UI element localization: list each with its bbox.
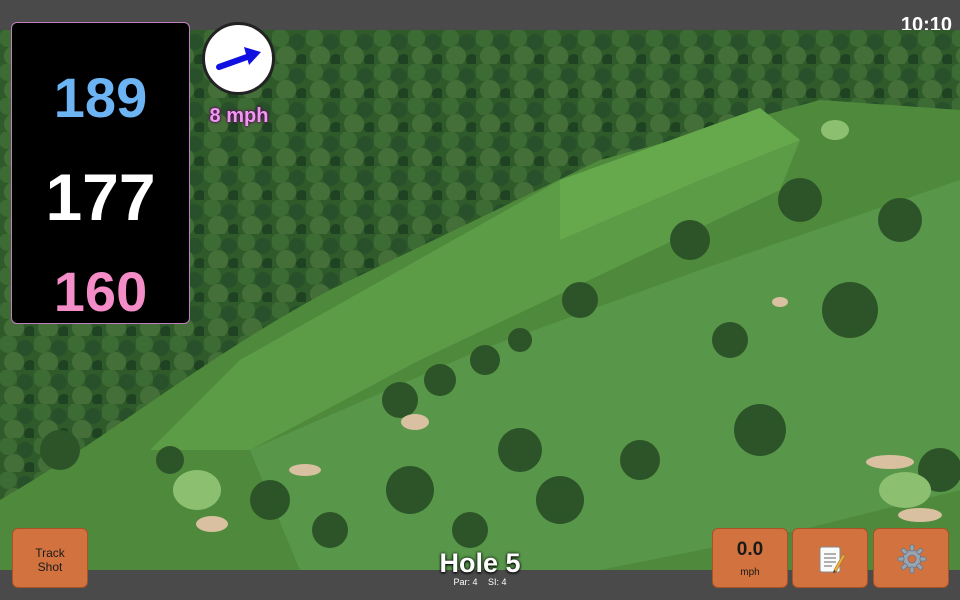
- track-shot-label-line1: Track: [35, 546, 65, 560]
- arrow-icon: [216, 47, 261, 70]
- front-distance: 160: [53, 260, 148, 323]
- speed-value: 0.0: [736, 539, 764, 560]
- hole-info: Par: 4 SI: 4: [380, 577, 580, 587]
- settings-button[interactable]: [873, 528, 949, 588]
- notes-button[interactable]: [792, 528, 868, 588]
- back-distance: 189: [53, 66, 148, 129]
- track-shot-button[interactable]: Track Shot: [12, 528, 88, 588]
- gear-icon: [897, 544, 927, 574]
- speed-button[interactable]: 0.0 mph: [712, 528, 788, 588]
- notepad-icon: [819, 546, 846, 573]
- distance-panel: 189 177 160: [11, 22, 190, 324]
- track-shot-label-line2: Shot: [37, 560, 63, 574]
- hole-title: Hole 5: [439, 548, 521, 578]
- speed-unit: mph: [740, 567, 760, 578]
- middle-distance: 177: [45, 160, 156, 234]
- stroke-index-label: SI: 4: [488, 577, 507, 587]
- wind-indicator: [202, 22, 275, 95]
- wind-speed-label: 8 mph: [209, 105, 269, 127]
- par-label: Par: 4: [453, 577, 478, 587]
